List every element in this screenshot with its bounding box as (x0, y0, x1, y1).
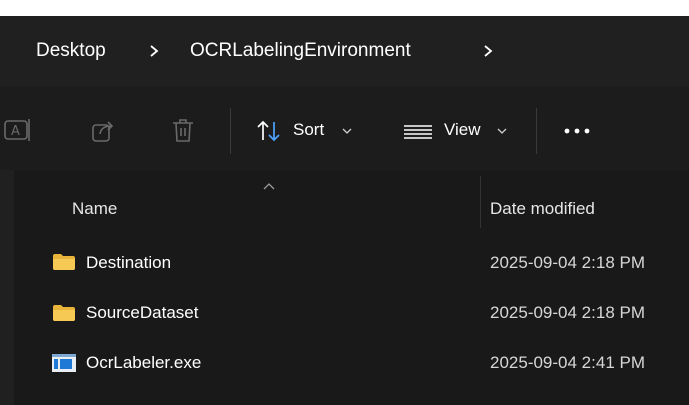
sort-label: Sort (293, 120, 325, 139)
sort-arrows-icon (257, 120, 280, 142)
delete-icon[interactable] (171, 118, 195, 144)
breadcrumb-item-ocrlabelingenvironment[interactable]: OCRLabelingEnvironment (190, 35, 411, 67)
column-header-name[interactable]: Name (72, 199, 117, 219)
file-name: SourceDataset (86, 303, 199, 322)
svg-text:A: A (11, 124, 20, 139)
rename-icon[interactable]: A (4, 118, 34, 142)
command-bar: A Sort View (0, 86, 689, 170)
file-date: 2025-09-04 2:41 PM (490, 353, 645, 372)
sort-ascending-icon (263, 183, 275, 190)
column-divider[interactable] (480, 176, 481, 228)
breadcrumb-item-desktop[interactable]: Desktop (36, 35, 106, 67)
file-date: 2025-09-04 2:18 PM (490, 253, 645, 272)
folder-icon (53, 254, 75, 270)
toolbar-divider (536, 108, 537, 154)
more-icon[interactable] (562, 126, 592, 136)
column-header-date-modified[interactable]: Date modified (490, 199, 595, 219)
breadcrumb: Desktop OCRLabelingEnvironment (0, 16, 689, 86)
chevron-right-icon (150, 45, 159, 57)
navigation-pane-edge (0, 170, 14, 405)
chevron-right-icon[interactable] (480, 38, 498, 64)
view-lines-icon (404, 125, 432, 139)
share-icon[interactable] (91, 119, 117, 143)
folder-icon (53, 305, 75, 321)
file-list: Name Date modified Destination 2025-09-0… (14, 170, 689, 405)
view-label: View (444, 120, 481, 139)
file-name: Destination (86, 253, 172, 272)
toolbar-divider (230, 108, 231, 154)
exe-app-icon (52, 354, 76, 372)
file-date: 2025-09-04 2:18 PM (490, 303, 645, 322)
file-explorer-window: Desktop OCRLabelingEnvironment A Sort Vi… (0, 16, 689, 405)
file-name: OcrLabeler.exe (86, 353, 202, 372)
chevron-down-icon (342, 128, 352, 134)
chevron-down-icon (497, 128, 507, 134)
